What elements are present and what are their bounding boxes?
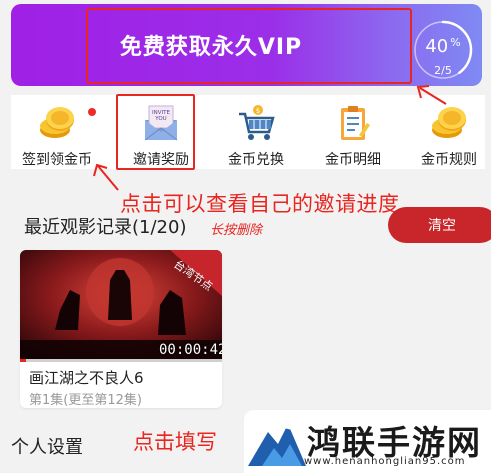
video-episode-info: 第1集(更至第12集) [29, 393, 142, 408]
shopping-cart-icon: $ [234, 103, 278, 143]
long-press-delete-hint: 长按删除 [210, 223, 263, 238]
watermark-logo-icon [248, 424, 306, 466]
vip-progress-percent: 40% [418, 36, 468, 57]
history-video-card[interactable]: 台湾节点 00:00:42 画江湖之不良人6 第1集(更至第12集) [20, 250, 222, 408]
coin-menu-label: 金币兑换 [228, 152, 284, 168]
video-title: 画江湖之不良人6 [29, 369, 144, 387]
coin-menu-label: 金币规则 [421, 152, 477, 168]
coin-menu-label: 金币明细 [325, 152, 381, 168]
svg-text:$: $ [256, 107, 260, 115]
vip-progress-fraction: 2/5 [434, 64, 452, 77]
coin-menu-checkin[interactable]: 签到领金币 [17, 95, 97, 169]
watermark-url: www.henanhonglian95.com [304, 456, 466, 467]
coin-icon [35, 103, 79, 143]
recent-history-title: 最近观影记录(1/20) [24, 217, 187, 238]
coin-menu-details[interactable]: 金币明细 [313, 95, 393, 169]
coin-menu-rules[interactable]: 金币规则 [409, 95, 489, 169]
watermark: 鸿联手游网 www.henanhonglian95.com [244, 410, 491, 473]
video-duration: 00:00:42 [159, 342, 222, 358]
coin-menu: 签到领金币 INVITE YOU 邀请奖励 $ 金币兑换 金币明细 金币规则 [11, 95, 485, 169]
coin-menu-label: 签到领金币 [22, 152, 92, 168]
fill-in-annotation: 点击填写 [133, 430, 217, 454]
personal-settings-item[interactable]: 个人设置 [11, 433, 83, 459]
vip-highlight-box [86, 8, 412, 84]
coin-menu-exchange[interactable]: $ 金币兑换 [216, 95, 296, 169]
coin-icon [427, 103, 471, 143]
vip-progress-percent-sign: % [450, 36, 461, 49]
clear-history-button[interactable]: 清空 [388, 207, 491, 243]
invite-highlight-box [116, 94, 195, 170]
notification-dot [88, 108, 96, 116]
clipboard-icon [331, 103, 375, 143]
vip-progress-percent-value: 40 [425, 36, 449, 57]
